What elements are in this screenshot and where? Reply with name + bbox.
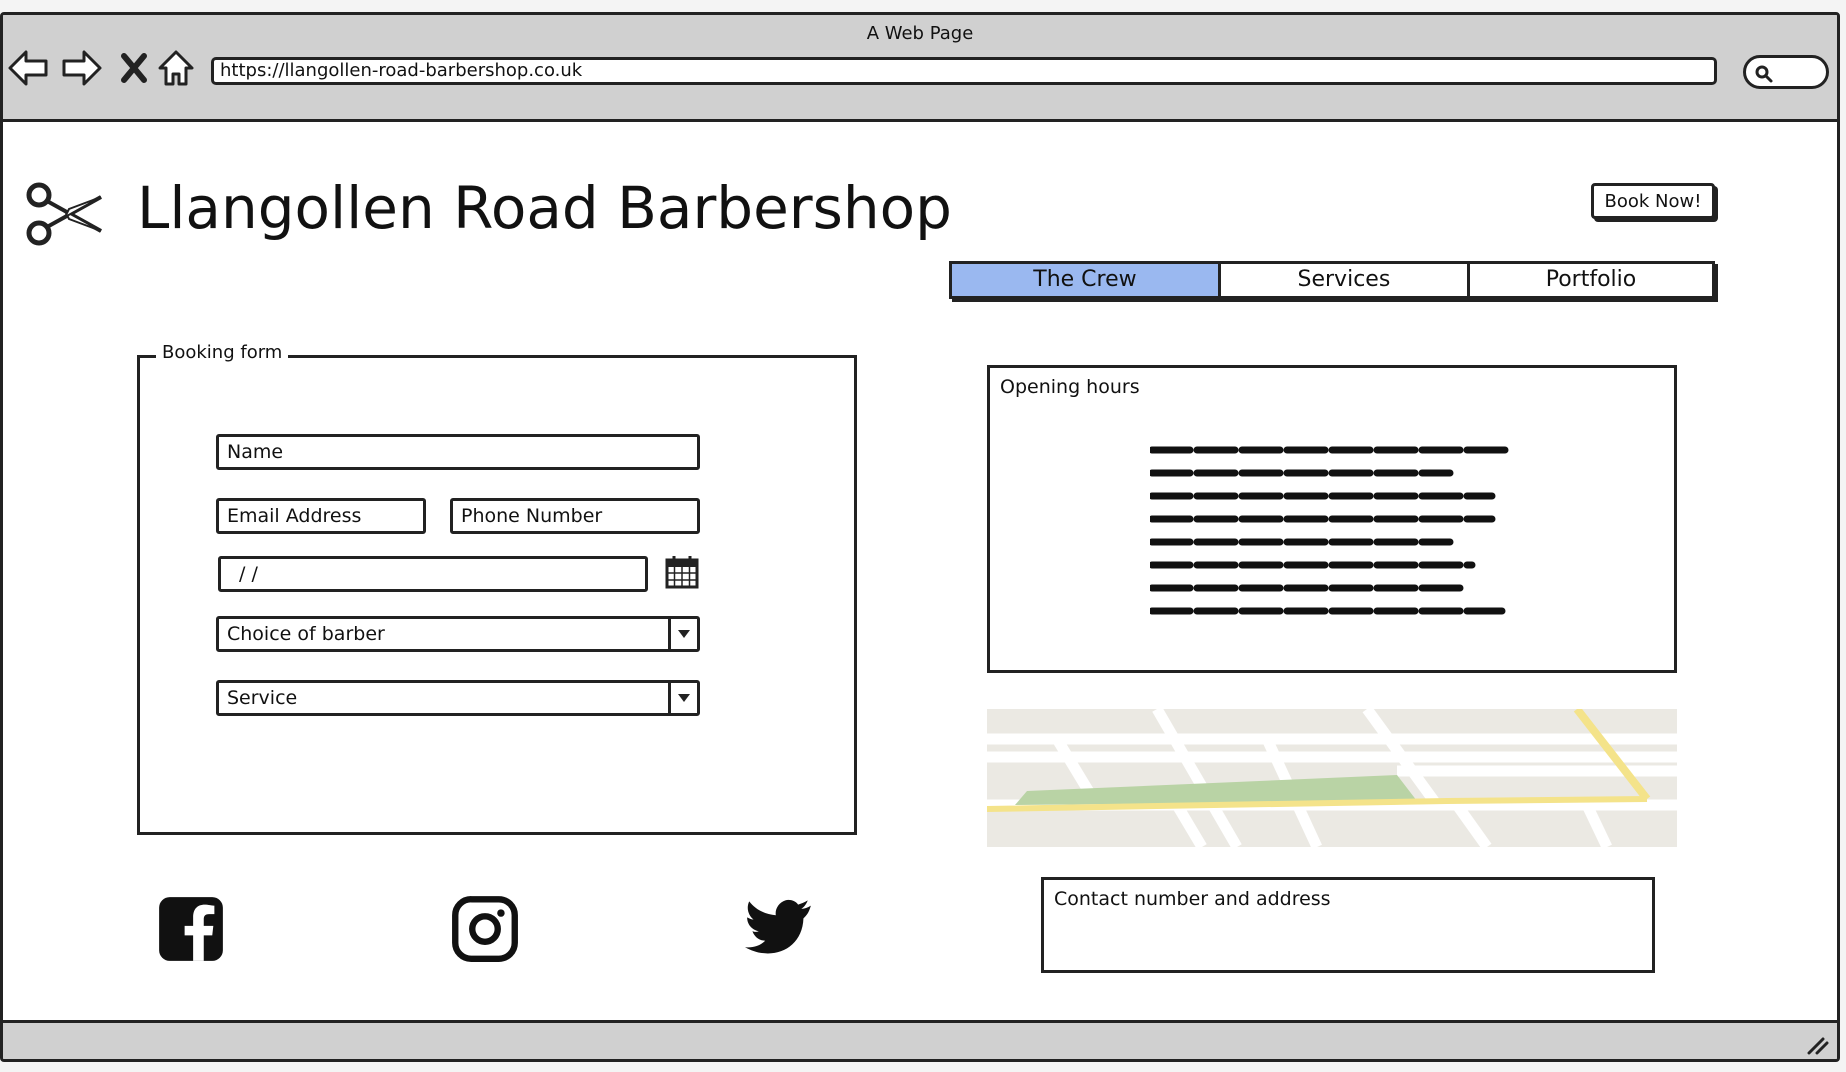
service-select[interactable]: Service: [216, 680, 700, 716]
contact-label: Contact number and address: [1054, 888, 1331, 910]
service-select-value: Service: [227, 687, 298, 709]
browser-search-field[interactable]: [1743, 55, 1829, 89]
booking-form: Booking form Name Email Address Phone Nu…: [137, 342, 857, 835]
stop-icon[interactable]: [111, 45, 157, 91]
tab-portfolio[interactable]: Portfolio: [1469, 264, 1713, 296]
chevron-down-icon: [668, 683, 697, 713]
opening-hours-panel: Opening hours: [987, 365, 1677, 673]
calendar-icon[interactable]: [664, 554, 700, 590]
address-bar[interactable]: https://llangollen-road-barbershop.co.uk: [211, 57, 1717, 85]
window-title: A Web Page: [866, 23, 974, 44]
phone-field[interactable]: Phone Number: [450, 498, 700, 534]
chevron-down-icon: [668, 619, 697, 649]
facebook-icon[interactable]: [157, 895, 225, 963]
opening-hours-label: Opening hours: [1000, 376, 1140, 398]
scissors-icon: [26, 182, 102, 246]
back-arrow-icon[interactable]: [5, 45, 51, 91]
tab-services[interactable]: Services: [1220, 264, 1470, 296]
name-field[interactable]: Name: [216, 434, 700, 470]
booking-form-legend: Booking form: [156, 342, 289, 363]
email-field[interactable]: Email Address: [216, 498, 426, 534]
book-now-button[interactable]: Book Now!: [1591, 183, 1715, 219]
barber-select-value: Choice of barber: [227, 623, 385, 645]
home-icon[interactable]: [153, 45, 199, 91]
search-icon: [1755, 65, 1773, 83]
barber-select[interactable]: Choice of barber: [216, 616, 700, 652]
browser-toolbar: A Web Page https://llangollen-road-barbe…: [3, 15, 1837, 122]
instagram-icon[interactable]: [451, 895, 519, 963]
tab-the-crew[interactable]: The Crew: [952, 264, 1221, 296]
browser-window: A Web Page https://llangollen-road-barbe…: [0, 12, 1840, 1062]
location-map[interactable]: [987, 709, 1677, 847]
contact-panel: Contact number and address: [1041, 877, 1655, 973]
forward-arrow-icon[interactable]: [59, 45, 105, 91]
status-bar: [3, 1020, 1837, 1059]
placeholder-text-scribble: [1150, 446, 1516, 615]
twitter-icon[interactable]: [745, 895, 813, 963]
resize-grip-icon[interactable]: [1805, 1035, 1829, 1055]
site-title: Llangollen Road Barbershop: [137, 174, 952, 242]
main-tabs: The Crew Services Portfolio: [949, 261, 1715, 299]
date-field[interactable]: / /: [218, 556, 648, 592]
